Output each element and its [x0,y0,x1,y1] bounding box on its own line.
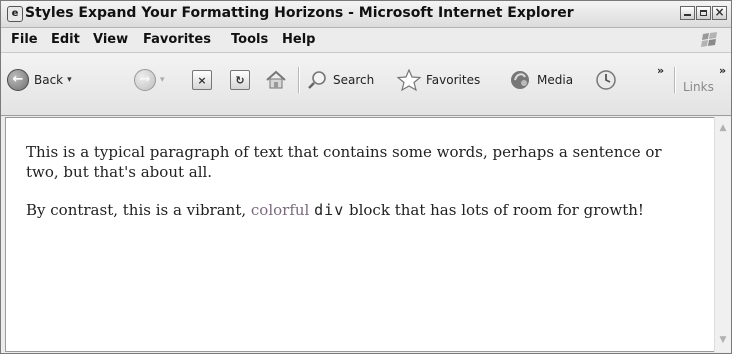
page-viewport: This is a typical paragraph of text that… [5,117,716,352]
ie-page-icon[interactable]: e [7,6,23,22]
history-icon [596,70,616,90]
menu-file[interactable]: File [11,32,38,47]
toolbar-separator [674,67,675,93]
colorful-word: colorful [250,201,310,219]
favorites-button[interactable]: Favorites [397,68,480,92]
div-code-word: div [314,201,345,219]
close-icon: × [714,5,725,19]
home-icon [266,70,286,89]
maximize-icon [700,10,707,16]
typical-paragraph: This is a typical paragraph of text that… [26,143,662,181]
page-content: This is a typical paragraph of text that… [26,142,696,220]
back-label: Back [34,73,64,87]
title-bar[interactable]: e Styles Expand Your Formatting Horizons… [1,1,731,28]
div-text-prefix: By contrast, this is a vibrant, [26,201,251,219]
div-text-suffix: block that has lots of room for growth! [344,201,644,219]
menu-favorites[interactable]: Favorites [143,32,211,47]
window-title: Styles Expand Your Formatting Horizons -… [25,5,574,21]
media-icon [511,71,529,89]
star-icon [397,69,421,91]
minimize-button[interactable] [680,6,695,20]
close-button[interactable]: × [712,5,727,20]
forward-arrow-icon: → [134,69,156,91]
media-button[interactable]: Media [508,68,573,92]
search-icon [308,71,326,89]
menu-help[interactable]: Help [282,32,315,47]
toolbar-overflow-icon[interactable]: » [657,64,664,77]
back-dropdown-icon[interactable]: ▾ [67,75,72,85]
toolbar-separator [298,67,299,93]
refresh-icon: ↻ [230,70,250,90]
colorful-div-block: By contrast, this is a vibrant, colorful… [26,200,696,220]
menu-bar: File Edit View Favorites Tools Help [1,28,731,53]
back-button[interactable]: ← Back ▾ [7,68,72,92]
history-button[interactable] [594,68,618,92]
vertical-scrollbar[interactable]: ▲ ▼ [714,117,731,352]
links-label[interactable]: Links [683,80,714,94]
menu-tools[interactable]: Tools [231,32,268,47]
search-label: Search [333,73,375,87]
browser-window: e Styles Expand Your Formatting Horizons… [0,0,732,354]
window-controls: × [680,5,727,20]
links-overflow-icon[interactable]: » [719,64,726,77]
menu-view[interactable]: View [93,32,128,47]
toolbar: ← Back ▾ → ▾ × ↻ Search Favorites Media … [1,53,731,116]
search-button[interactable]: Search [306,68,374,92]
media-label: Media [537,73,574,87]
favorites-label: Favorites [426,73,481,87]
minimize-icon [684,14,691,16]
home-button[interactable] [265,68,287,92]
stop-button[interactable]: × [192,68,212,92]
back-arrow-icon: ← [7,69,29,91]
scroll-up-icon[interactable]: ▲ [716,121,730,135]
scroll-down-icon[interactable]: ▼ [716,333,730,347]
maximize-button[interactable] [696,6,711,20]
menu-edit[interactable]: Edit [51,32,80,47]
forward-dropdown-icon[interactable]: ▾ [160,75,165,85]
windows-logo-icon [701,32,717,47]
refresh-button[interactable]: ↻ [230,68,250,92]
forward-button[interactable]: → ▾ [134,68,165,92]
stop-icon: × [192,70,212,90]
